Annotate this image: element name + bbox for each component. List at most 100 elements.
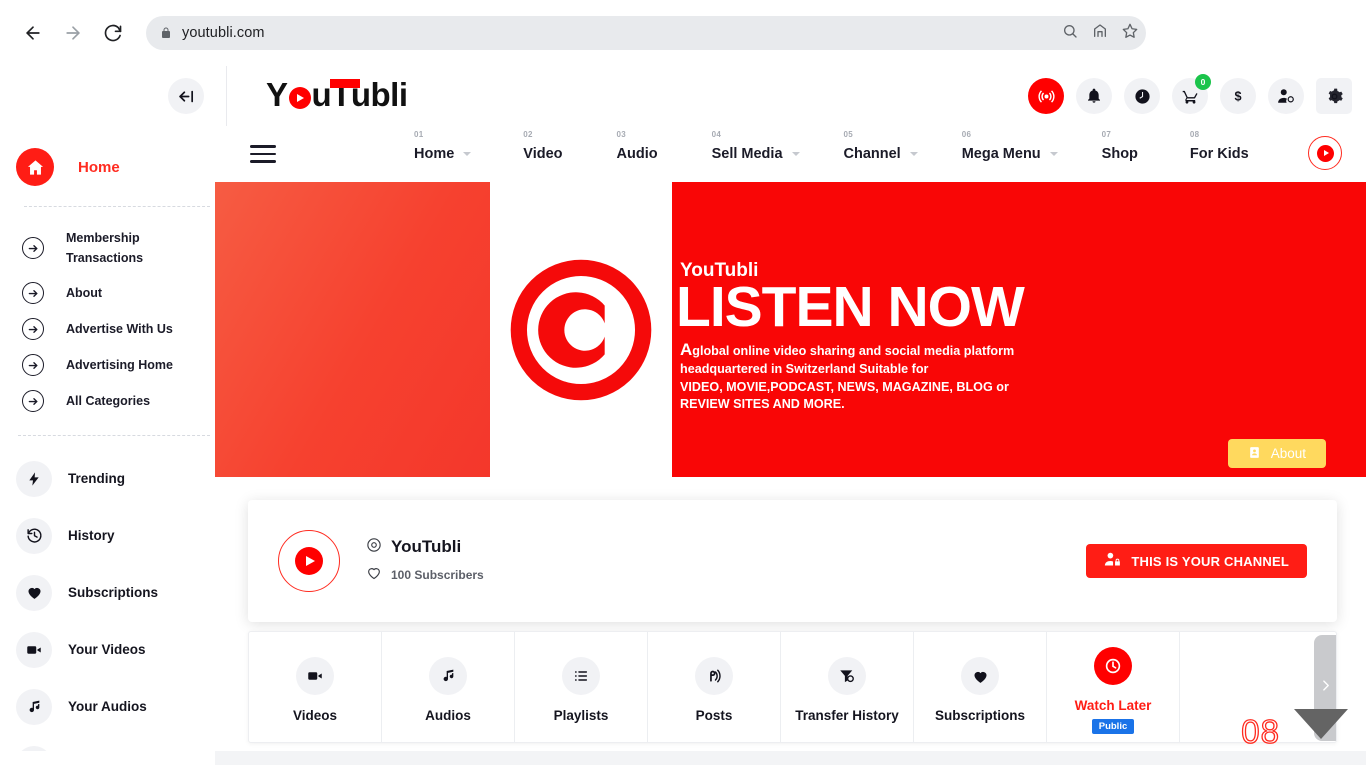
content-bottom-strip [215, 751, 1366, 765]
nav-item-video[interactable]: 02 Video [523, 130, 562, 162]
menu-hamburger-icon[interactable] [250, 145, 276, 163]
nav-label: Home [414, 146, 455, 162]
channel-info: YouTubli 100 Subscribers [366, 537, 484, 586]
logo-part-1: Y [266, 76, 288, 113]
sidebar-item-trending[interactable]: Trending [0, 450, 226, 507]
tab-audios[interactable]: Audios [382, 632, 515, 742]
history-rewind-icon [16, 517, 52, 554]
sidebar-bottom-fill [0, 751, 215, 765]
collapse-sidebar-button[interactable] [168, 78, 204, 114]
logo-part-3: T [330, 76, 360, 113]
logo-part-2: u [311, 76, 332, 113]
tab-label: Watch Later [1074, 697, 1152, 713]
reload-icon[interactable] [96, 16, 130, 50]
app-viewport: Y u T ubli 0 [0, 66, 1366, 765]
sidebar-item-all-categories[interactable]: All Categories [0, 383, 226, 419]
sidebar-item-membership-transactions[interactable]: Membership Transactions [0, 221, 226, 275]
settings-gear-icon[interactable] [1316, 78, 1352, 114]
arrow-circle-right-icon [22, 237, 44, 259]
sidebar-item-advertising-home[interactable]: Advertising Home [0, 347, 226, 383]
nav-number: 08 [1189, 130, 1200, 139]
tab-playlists[interactable]: Playlists [515, 632, 648, 742]
heart-icon [961, 657, 999, 695]
browser-toolbar: youtubli.com [0, 0, 1366, 66]
nav-item-sell-media[interactable]: 04 Sell Media [711, 130, 800, 162]
arrow-circle-right-icon [22, 318, 44, 340]
tab-label: Subscriptions [934, 708, 1025, 723]
nav-label: Channel [843, 146, 901, 162]
video-camera-icon [16, 631, 52, 668]
about-button[interactable]: About [1227, 439, 1326, 468]
sidebar-item-subscriptions[interactable]: Subscriptions [0, 564, 226, 621]
this-is-your-channel-button[interactable]: THIS IS YOUR CHANNEL [1086, 544, 1307, 578]
sidebar-link-label: Membership Transactions [66, 231, 144, 265]
collapse-sidebar-icon [168, 78, 204, 114]
tab-label: Playlists [553, 708, 609, 723]
site-logo[interactable]: Y u T ubli [266, 78, 408, 111]
sidebar-link-label: About [66, 286, 103, 300]
nav-item-home[interactable]: 01 Home [414, 130, 472, 162]
channel-name-row: YouTubli [366, 537, 484, 558]
nav-item-channel[interactable]: 05 Channel [843, 130, 918, 162]
chevron-down-icon [463, 152, 472, 156]
share-icon[interactable] [1092, 23, 1108, 44]
music-note-icon [16, 688, 52, 725]
nav-item-audio[interactable]: 03 Audio [616, 130, 658, 162]
sidebar-main-label: Your Videos [68, 642, 146, 657]
user-lock-icon [1104, 551, 1121, 571]
triangle-down-icon[interactable] [1294, 709, 1348, 739]
channel-name: YouTubli [391, 537, 462, 556]
video-camera-icon [296, 657, 334, 695]
nav-number: 06 [961, 130, 972, 139]
play-circle-avatar[interactable] [278, 530, 340, 592]
shopping-cart-icon[interactable]: 0 [1172, 74, 1211, 114]
tab-videos[interactable]: Videos [249, 632, 382, 742]
sidebar-item-advertise-with-us[interactable]: Advertise With Us [0, 311, 226, 347]
tab-subscriptions[interactable]: Subscriptions [914, 632, 1047, 742]
wallet-dollar-icon[interactable]: $ [1220, 78, 1256, 114]
play-icon [295, 547, 323, 575]
broadcast-icon [695, 657, 733, 695]
status-badge: Public [1091, 718, 1135, 734]
sidebar-item-history[interactable]: History [0, 507, 226, 564]
arrow-circle-right-icon [22, 390, 44, 412]
nav-label: Audio [616, 146, 658, 162]
nav-item-for-kids[interactable]: 08 For Kids [1190, 130, 1249, 162]
logo-play-icon [288, 86, 311, 109]
hero-left-panel [215, 182, 490, 477]
notifications-bell-icon[interactable] [1076, 78, 1112, 114]
header-divider [226, 66, 227, 126]
history-clock-icon[interactable] [1124, 78, 1160, 114]
star-icon[interactable] [1122, 23, 1138, 44]
sidebar-home-label: Home [78, 158, 120, 176]
left-sidebar: Home Membership Transactions About Adver… [0, 126, 226, 765]
tab-label: Videos [292, 708, 338, 723]
about-button-label: About [1270, 446, 1306, 461]
sidebar-item-about[interactable]: About [0, 275, 226, 311]
lightning-bolt-icon [16, 460, 52, 497]
tab-watch-later[interactable]: Watch Later Public [1047, 632, 1180, 742]
nav-item-shop[interactable]: 07 Shop [1102, 130, 1138, 162]
back-arrow-icon[interactable] [16, 16, 50, 50]
address-bar[interactable]: youtubli.com [146, 16, 1146, 50]
forward-arrow-icon[interactable] [56, 16, 90, 50]
chevron-down-icon [1049, 152, 1058, 156]
music-note-icon [429, 657, 467, 695]
live-broadcast-icon[interactable] [1028, 78, 1064, 114]
sidebar-item-home[interactable]: Home [0, 138, 226, 196]
sidebar-item-your-videos[interactable]: Your Videos [0, 621, 226, 678]
nav-label: Sell Media [711, 146, 783, 162]
tab-transfer-history[interactable]: Transfer History [781, 632, 914, 742]
nav-item-mega-menu[interactable]: 06 Mega Menu [962, 130, 1058, 162]
sidebar-item-your-audios[interactable]: Your Audios [0, 678, 226, 735]
hero-description: Aglobal online video sharing and social … [680, 338, 1014, 414]
search-zoom-icon[interactable] [1062, 23, 1078, 44]
subscriber-count: 100 Subscribers [391, 568, 484, 582]
url-text: youtubli.com [182, 25, 265, 41]
tab-label: Posts [695, 708, 733, 723]
record-play-button[interactable] [1308, 136, 1342, 170]
tab-posts[interactable]: Posts [648, 632, 781, 742]
nav-number: 03 [616, 130, 627, 139]
sidebar-link-label: All Categories [66, 394, 151, 408]
user-account-icon[interactable] [1268, 78, 1304, 114]
